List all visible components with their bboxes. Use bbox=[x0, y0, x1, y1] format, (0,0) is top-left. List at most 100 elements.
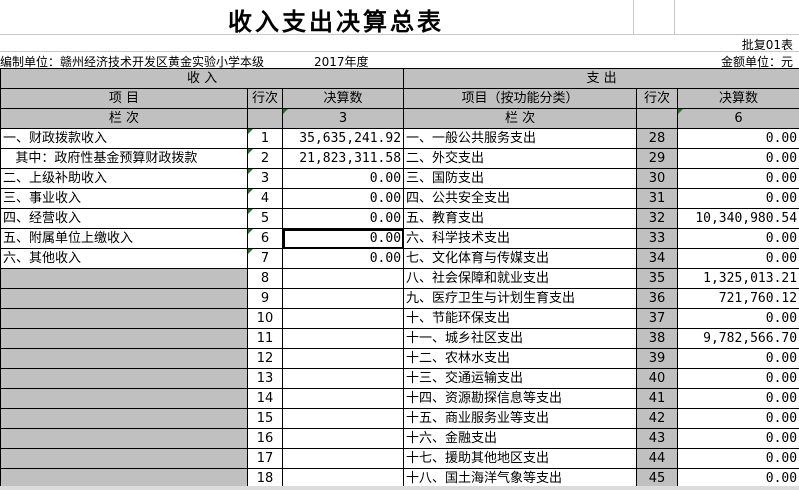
expense-amount-cell[interactable]: 0.00 bbox=[677, 168, 799, 189]
expense-amount-cell[interactable]: 0.00 bbox=[677, 188, 799, 209]
expense-amount-cell[interactable]: 10,340,980.54 bbox=[677, 208, 799, 229]
expense-row-no-cell[interactable]: 44 bbox=[636, 448, 679, 469]
income-item-cell[interactable]: 其中：政府性基金预算财政拨款 bbox=[0, 148, 248, 169]
expense-column-number[interactable]: 6 bbox=[677, 108, 799, 129]
income-row-no-cell[interactable]: 16 bbox=[247, 428, 283, 449]
expense-item-cell[interactable]: 六、科学技术支出 bbox=[403, 228, 638, 249]
expense-row-no-blank[interactable] bbox=[636, 108, 679, 129]
expense-amount-cell[interactable]: 0.00 bbox=[677, 388, 799, 409]
income-amount-cell[interactable]: 0.00 bbox=[281, 168, 405, 189]
expense-amount-cell[interactable]: 0.00 bbox=[677, 128, 799, 149]
expense-row-no-cell[interactable]: 36 bbox=[636, 288, 679, 309]
expense-row-no-cell[interactable]: 29 bbox=[636, 148, 679, 169]
expense-item-cell[interactable]: 五、教育支出 bbox=[403, 208, 638, 229]
income-item-cell[interactable] bbox=[0, 308, 248, 329]
income-column-number[interactable]: 3 bbox=[281, 108, 405, 129]
income-row-no-cell[interactable]: 6 bbox=[247, 228, 283, 249]
expense-item-cell[interactable]: 八、社会保障和就业支出 bbox=[403, 268, 638, 289]
income-item-cell[interactable] bbox=[0, 368, 248, 389]
expense-row-no-cell[interactable]: 28 bbox=[636, 128, 679, 149]
income-row-no-blank[interactable] bbox=[247, 108, 283, 129]
expense-item-cell[interactable]: 十一、城乡社区支出 bbox=[403, 328, 638, 349]
expense-amount-cell[interactable]: 0.00 bbox=[677, 348, 799, 369]
income-item-cell[interactable] bbox=[0, 348, 248, 369]
expense-amount-cell[interactable]: 0.00 bbox=[677, 448, 799, 469]
income-item-cell[interactable] bbox=[0, 408, 248, 429]
income-row-no-cell[interactable]: 7 bbox=[247, 248, 283, 269]
expense-row-no-header[interactable]: 行次 bbox=[636, 88, 679, 109]
expense-item-cell[interactable]: 十、节能环保支出 bbox=[403, 308, 638, 329]
income-item-cell[interactable] bbox=[0, 428, 248, 449]
income-amount-cell[interactable] bbox=[281, 268, 405, 289]
income-row-no-cell[interactable]: 13 bbox=[247, 368, 283, 389]
income-amount-cell[interactable]: 0.00 bbox=[281, 208, 405, 229]
income-item-cell[interactable]: 五、附属单位上缴收入 bbox=[0, 228, 248, 249]
expense-row-no-cell[interactable]: 43 bbox=[636, 428, 679, 449]
income-row-no-cell[interactable]: 8 bbox=[247, 268, 283, 289]
income-item-cell[interactable]: 四、经营收入 bbox=[0, 208, 248, 229]
income-amount-cell[interactable] bbox=[281, 448, 405, 469]
income-amount-cell[interactable] bbox=[281, 288, 405, 309]
expense-item-cell[interactable]: 十五、商业服务业等支出 bbox=[403, 408, 638, 429]
expense-row-no-cell[interactable]: 33 bbox=[636, 228, 679, 249]
expense-amount-header[interactable]: 决算数 bbox=[677, 88, 799, 109]
expense-item-cell[interactable]: 二、外交支出 bbox=[403, 148, 638, 169]
expense-row-no-cell[interactable]: 42 bbox=[636, 408, 679, 429]
income-amount-cell[interactable]: 35,635,241.92 bbox=[281, 128, 405, 149]
expense-amount-cell[interactable]: 1,325,013.21 bbox=[677, 268, 799, 289]
expense-row-no-cell[interactable]: 34 bbox=[636, 248, 679, 269]
expense-item-cell[interactable]: 十四、资源勘探信息等支出 bbox=[403, 388, 638, 409]
expense-row-no-cell[interactable]: 30 bbox=[636, 168, 679, 189]
expense-amount-cell[interactable]: 0.00 bbox=[677, 308, 799, 329]
expense-item-cell[interactable]: 一、一般公共服务支出 bbox=[403, 128, 638, 149]
expense-amount-cell[interactable]: 0.00 bbox=[677, 428, 799, 449]
income-amount-cell[interactable]: 0.00 bbox=[281, 248, 405, 269]
income-amount-cell[interactable] bbox=[281, 328, 405, 349]
expense-row-no-cell[interactable]: 37 bbox=[636, 308, 679, 329]
expense-amount-cell[interactable]: 9,782,566.70 bbox=[677, 328, 799, 349]
expense-row-no-cell[interactable]: 38 bbox=[636, 328, 679, 349]
expense-row-no-cell[interactable]: 41 bbox=[636, 388, 679, 409]
income-row-no-cell[interactable]: 11 bbox=[247, 328, 283, 349]
income-row-no-cell[interactable]: 2 bbox=[247, 148, 283, 169]
expense-row-no-cell[interactable]: 40 bbox=[636, 368, 679, 389]
income-amount-cell[interactable]: 0.00 bbox=[281, 188, 405, 209]
income-row-no-cell[interactable]: 9 bbox=[247, 288, 283, 309]
income-row-no-cell[interactable]: 12 bbox=[247, 348, 283, 369]
income-row-no-cell[interactable]: 14 bbox=[247, 388, 283, 409]
income-amount-cell[interactable] bbox=[281, 428, 405, 449]
income-column-label[interactable]: 栏 次 bbox=[0, 108, 248, 129]
income-item-cell[interactable]: 一、财政拨款收入 bbox=[0, 128, 248, 149]
income-amount-cell[interactable]: 0.00 bbox=[281, 228, 405, 249]
income-row-no-cell[interactable]: 5 bbox=[247, 208, 283, 229]
expense-amount-cell[interactable]: 0.00 bbox=[677, 248, 799, 269]
income-amount-cell[interactable] bbox=[281, 308, 405, 329]
horizontal-scrollbar[interactable] bbox=[0, 486, 799, 490]
income-row-no-cell[interactable]: 4 bbox=[247, 188, 283, 209]
expense-item-cell[interactable]: 十二、农林水支出 bbox=[403, 348, 638, 369]
income-amount-cell[interactable] bbox=[281, 408, 405, 429]
expense-amount-cell[interactable]: 0.00 bbox=[677, 368, 799, 389]
income-amount-cell[interactable] bbox=[281, 348, 405, 369]
income-section-header[interactable]: 收 入 bbox=[0, 68, 405, 89]
income-amount-header[interactable]: 决算数 bbox=[281, 88, 405, 109]
expense-item-cell[interactable]: 四、公共安全支出 bbox=[403, 188, 638, 209]
expense-item-cell[interactable]: 七、文化体育与传媒支出 bbox=[403, 248, 638, 269]
expense-amount-cell[interactable]: 0.00 bbox=[677, 148, 799, 169]
expense-item-cell[interactable]: 十六、金融支出 bbox=[403, 428, 638, 449]
expense-item-header[interactable]: 项目（按功能分类） bbox=[403, 88, 638, 109]
expense-row-no-cell[interactable]: 31 bbox=[636, 188, 679, 209]
income-row-no-header[interactable]: 行次 bbox=[247, 88, 283, 109]
expense-row-no-cell[interactable]: 39 bbox=[636, 348, 679, 369]
income-row-no-cell[interactable]: 3 bbox=[247, 168, 283, 189]
expense-item-cell[interactable]: 九、医疗卫生与计划生育支出 bbox=[403, 288, 638, 309]
income-item-cell[interactable]: 二、上级补助收入 bbox=[0, 168, 248, 189]
expense-amount-cell[interactable]: 0.00 bbox=[677, 228, 799, 249]
expense-item-cell[interactable]: 十三、交通运输支出 bbox=[403, 368, 638, 389]
expense-column-label[interactable]: 栏 次 bbox=[403, 108, 638, 129]
income-amount-cell[interactable] bbox=[281, 388, 405, 409]
income-item-cell[interactable]: 六、其他收入 bbox=[0, 248, 248, 269]
expense-section-header[interactable]: 支 出 bbox=[403, 68, 799, 89]
income-amount-cell[interactable]: 21,823,311.58 bbox=[281, 148, 405, 169]
income-item-cell[interactable] bbox=[0, 328, 248, 349]
